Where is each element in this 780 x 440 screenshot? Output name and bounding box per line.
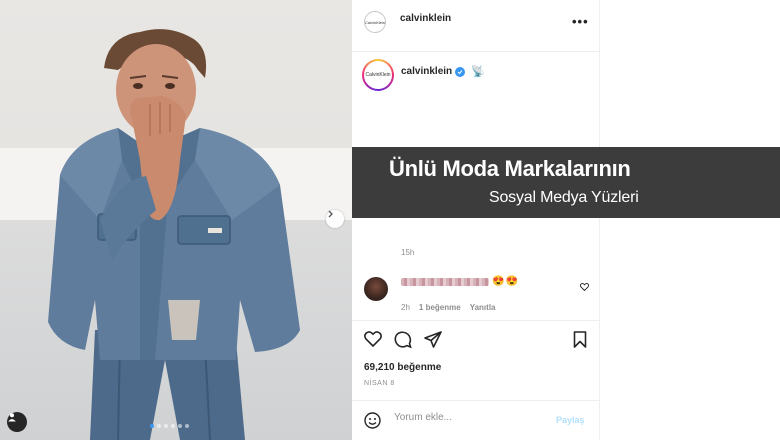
- heart-icon: [579, 283, 590, 292]
- carousel-dot: [185, 424, 189, 428]
- carousel-dot: [157, 424, 161, 428]
- header-avatar[interactable]: CalvinKlein: [364, 11, 386, 33]
- commenter-username-blurred[interactable]: [401, 278, 489, 286]
- header-username[interactable]: calvinklein: [400, 13, 451, 24]
- post-actions: [352, 320, 600, 360]
- avatar-text: CalvinKlein: [365, 19, 386, 25]
- caption-avatar-text: CalvinKlein: [365, 72, 391, 78]
- comment-time: 2h: [401, 303, 410, 312]
- share-button[interactable]: [424, 331, 442, 353]
- next-photo-button[interactable]: [326, 210, 344, 228]
- like-button[interactable]: [364, 331, 382, 352]
- carousel-dot-active: [150, 424, 154, 428]
- post-header: CalvinKlein calvinklein •••: [352, 0, 600, 52]
- caption-author: calvinklein 📡: [401, 65, 485, 78]
- title-banner: Ünlü Moda Markalarının Sosyal Medya Yüzl…: [352, 147, 780, 218]
- comment-like-button[interactable]: [579, 283, 590, 294]
- banner-title: Ünlü Moda Markalarının: [389, 156, 631, 181]
- carousel-dot: [178, 424, 182, 428]
- more-horizontal-icon: •••: [572, 14, 589, 29]
- carousel-dots: [150, 424, 189, 428]
- comment-meta: 2h 1 beğenme Yanıtla: [401, 303, 496, 312]
- comment-icon: [394, 331, 412, 349]
- comment-button[interactable]: [394, 331, 412, 354]
- emoji-picker-button[interactable]: [364, 412, 381, 434]
- post-photo[interactable]: [0, 0, 352, 440]
- likes-count[interactable]: 69,210 beğenme: [364, 362, 441, 373]
- instagram-post-screenshot: CalvinKlein calvinklein ••• CalvinKlein …: [0, 0, 780, 440]
- carousel-dot: [171, 424, 175, 428]
- carousel-dot: [164, 424, 168, 428]
- comment-likes[interactable]: 1 beğenme: [419, 303, 461, 312]
- user-tag-icon: [8, 413, 16, 422]
- model-illustration: [48, 29, 300, 440]
- user-tag-button[interactable]: [7, 412, 27, 432]
- post-date: NİSAN 8: [364, 380, 395, 387]
- caption-username[interactable]: calvinklein: [401, 66, 452, 77]
- save-button[interactable]: [573, 331, 587, 353]
- banner-subtitle: Sosyal Medya Yüzleri: [489, 189, 639, 206]
- bookmark-icon: [573, 331, 587, 348]
- post-side-panel: CalvinKlein calvinklein ••• CalvinKlein …: [352, 0, 600, 440]
- comment-input[interactable]: [394, 412, 544, 423]
- post-comment-button[interactable]: Paylaş: [556, 415, 585, 425]
- reply-button[interactable]: Yanıtla: [470, 303, 496, 312]
- more-options-button[interactable]: •••: [572, 14, 589, 29]
- comment-text: 😍😍: [492, 276, 519, 287]
- caption-timestamp: 15h: [401, 248, 415, 257]
- heart-icon: [364, 331, 382, 348]
- smiley-icon: [364, 412, 381, 429]
- verified-badge-icon: [455, 66, 466, 77]
- caption-text: 📡: [471, 66, 485, 78]
- caption-avatar[interactable]: CalvinKlein: [362, 59, 394, 91]
- add-comment-bar: Paylaş: [352, 400, 600, 440]
- commenter-avatar[interactable]: [364, 277, 388, 301]
- chevron-right-icon: [328, 210, 333, 218]
- share-icon: [424, 331, 442, 348]
